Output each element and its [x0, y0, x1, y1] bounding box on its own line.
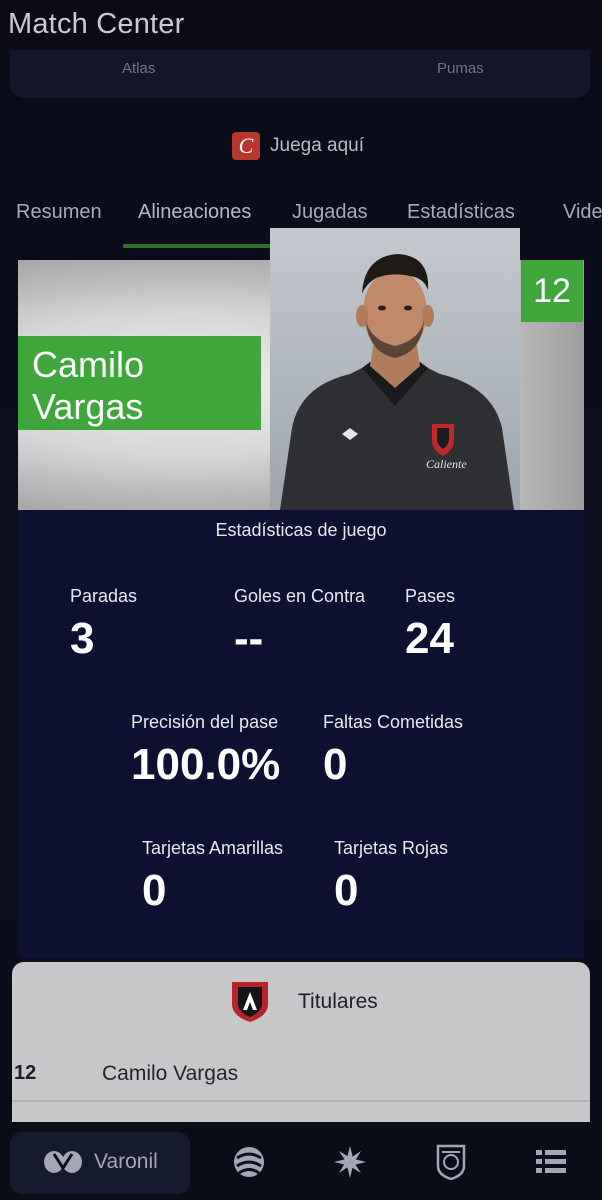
tab-resumen[interactable]: Resumen: [16, 201, 102, 224]
lineup-row[interactable]: 12 Camilo Vargas: [12, 1050, 590, 1102]
nav-item-varonil[interactable]: Varonil: [42, 1144, 158, 1180]
stat-value: --: [234, 614, 264, 663]
page-title: Match Center: [8, 8, 185, 40]
player-card: Caliente Camilo Vargas 12 Estadísticas d…: [18, 228, 584, 958]
nav-item-femenil[interactable]: [332, 1144, 368, 1180]
tab-videos[interactable]: Vide: [563, 201, 602, 224]
stat-value: 0: [334, 866, 359, 915]
stat-faltas-cometidas: Faltas Cometidas 0: [323, 712, 463, 787]
stat-paradas: Paradas 3: [70, 586, 137, 661]
player-first-name: Camilo: [32, 344, 145, 385]
player-portrait-illustration: Caliente: [280, 254, 514, 510]
stat-value: 0: [323, 740, 348, 789]
stat-value: 24: [405, 614, 454, 663]
club-crest-icon: [436, 1144, 466, 1180]
menu-list-icon: [536, 1150, 566, 1173]
stat-tarjetas-rojas: Tarjetas Rojas 0: [334, 838, 448, 913]
liga-mx-logo-icon: [44, 1151, 82, 1173]
stat-value: 0: [142, 866, 167, 915]
game-stats-panel: Estadísticas de juego Paradas 3 Goles en…: [18, 510, 584, 958]
stat-label: Tarjetas Amarillas: [142, 838, 284, 858]
stat-value: 3: [70, 614, 95, 663]
stat-label: Faltas Cometidas: [323, 712, 464, 732]
stats-heading: Estadísticas de juego: [215, 520, 387, 540]
stat-goles-en-contra: Goles en Contra --: [234, 586, 365, 661]
nav-item-expansion[interactable]: [231, 1144, 267, 1180]
stat-precision-del-pase: Precisión del pase 100.0%: [131, 712, 280, 787]
play-here-link[interactable]: C Juega aquí: [232, 132, 364, 160]
lineup-row-number: 12: [14, 1062, 37, 1084]
tab-alineaciones[interactable]: Alineaciones: [138, 201, 251, 224]
stat-label: Goles en Contra: [234, 586, 366, 606]
stat-value: 100.0%: [131, 740, 281, 789]
home-team-name: Atlas: [122, 60, 156, 77]
nav-item-menu[interactable]: [536, 1144, 566, 1180]
jersey-sponsor-text: Caliente: [426, 457, 467, 471]
stat-label: Tarjetas Rojas: [334, 838, 449, 858]
player-photo: Caliente: [270, 228, 520, 510]
stat-label: Paradas: [70, 586, 138, 606]
stat-label: Precisión del pase: [131, 712, 279, 732]
stat-label: Pases: [405, 586, 456, 606]
lineup-card: Titulares 12 Camilo Vargas: [12, 962, 590, 1122]
lineup-row-name: Camilo Vargas: [102, 1062, 239, 1085]
away-team-name: Pumas: [437, 60, 484, 77]
liga-femenil-icon: [334, 1146, 366, 1178]
nav-item-clubs[interactable]: [436, 1144, 466, 1180]
lineup-section-label: Titulares: [298, 990, 378, 1013]
tab-estadisticas[interactable]: Estadísticas: [407, 201, 515, 224]
atlas-crest-icon: [232, 982, 268, 1022]
tab-jugadas[interactable]: Jugadas: [292, 201, 368, 224]
nav-item-label: Varonil: [94, 1150, 158, 1173]
liga-expansion-icon: [234, 1147, 264, 1177]
player-last-name: Vargas: [32, 386, 144, 427]
stat-tarjetas-amarillas: Tarjetas Amarillas 0: [142, 838, 283, 913]
app-screen: Match Center Atlas Pumas C Juega aquí Re…: [0, 0, 602, 1200]
play-here-label: Juega aquí: [270, 135, 365, 156]
caliente-logo-icon: C: [232, 132, 260, 160]
player-name-box: Camilo Vargas: [18, 336, 261, 430]
player-number-badge: 12: [521, 260, 583, 322]
match-scorecard[interactable]: Atlas Pumas: [10, 50, 590, 98]
stat-pases: Pases 24: [405, 586, 455, 661]
bottom-nav: Varonil: [0, 1122, 602, 1200]
